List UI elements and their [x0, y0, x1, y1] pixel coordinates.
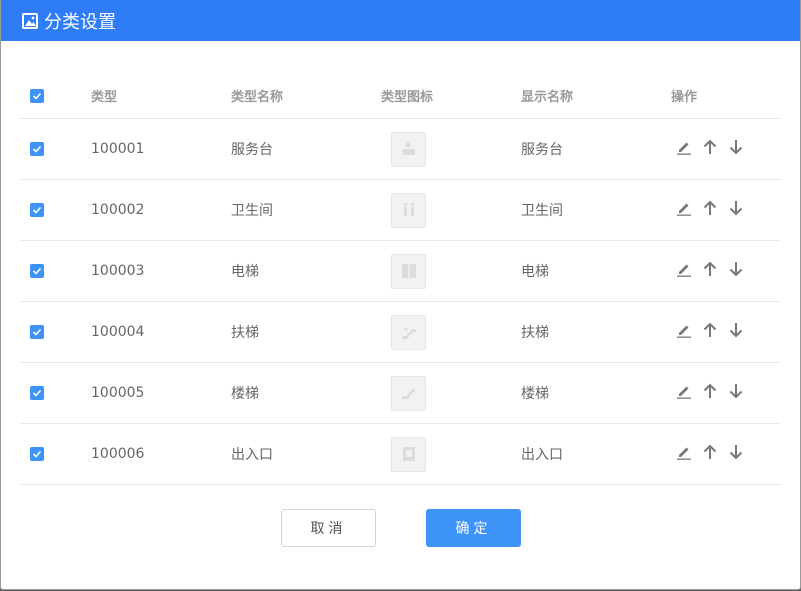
move-up-icon[interactable]	[701, 443, 719, 461]
display-name: 电梯	[521, 264, 549, 280]
table-row: 100006 出入口 出入口	[20, 424, 781, 485]
cancel-button[interactable]: 取消	[281, 509, 376, 547]
header-actions: 操作	[671, 90, 698, 105]
display-name: 扶梯	[521, 325, 549, 341]
type-name: 卫生间	[231, 203, 273, 219]
select-all-checkbox[interactable]	[30, 88, 44, 103]
move-down-icon[interactable]	[727, 382, 745, 400]
table-row: 100003 电梯 电梯	[20, 241, 781, 302]
dialog-title: 分类设置	[44, 11, 116, 33]
type-name: 电梯	[231, 264, 259, 280]
table-row: 100004 扶梯 扶梯	[20, 302, 781, 363]
category-table: 类型 类型名称 类型图标 显示名称 操作 100001 服务台 服务台 1000…	[20, 73, 781, 485]
row-checkbox[interactable]	[30, 142, 44, 156]
confirm-button[interactable]: 确定	[426, 509, 521, 547]
category-settings-dialog: 分类设置 类型 类型名称 类型图标 显示名称 操作 100001 服务台 服务台	[0, 0, 801, 590]
row-checkbox[interactable]	[30, 386, 44, 400]
select-all-cell	[30, 73, 44, 118]
escalator-icon	[391, 314, 426, 350]
move-up-icon[interactable]	[701, 199, 719, 217]
entrance-icon	[391, 436, 426, 472]
row-checkbox[interactable]	[30, 264, 44, 278]
type-name: 服务台	[231, 142, 273, 158]
type-code: 100004	[91, 324, 145, 340]
elevator-icon	[391, 253, 426, 289]
edit-icon[interactable]	[675, 321, 693, 339]
type-code: 100005	[91, 385, 145, 401]
type-name: 楼梯	[231, 386, 259, 402]
edit-icon[interactable]	[675, 138, 693, 156]
display-name: 出入口	[521, 447, 563, 463]
type-code: 100002	[91, 202, 145, 218]
move-down-icon[interactable]	[727, 321, 745, 339]
picture-icon	[22, 12, 38, 29]
table-row: 100001 服务台 服务台	[20, 119, 781, 180]
table-row: 100002 卫生间 卫生间	[20, 180, 781, 241]
row-checkbox[interactable]	[30, 203, 44, 217]
edit-icon[interactable]	[675, 382, 693, 400]
move-down-icon[interactable]	[727, 260, 745, 278]
header-display-name: 显示名称	[521, 90, 574, 105]
display-name: 服务台	[521, 142, 563, 158]
type-code: 100006	[91, 446, 145, 462]
table-row: 100005 楼梯 楼梯	[20, 363, 781, 424]
restroom-icon	[391, 192, 426, 228]
edit-icon[interactable]	[675, 443, 693, 461]
move-down-icon[interactable]	[727, 199, 745, 217]
header-type: 类型	[91, 90, 118, 105]
header-type-icon: 类型图标	[381, 90, 434, 105]
edit-icon[interactable]	[675, 260, 693, 278]
row-checkbox[interactable]	[30, 325, 44, 339]
dialog-titlebar: 分类设置	[1, 0, 800, 41]
display-name: 卫生间	[521, 203, 563, 219]
table-header-row: 类型 类型名称 类型图标 显示名称 操作	[20, 73, 781, 119]
type-code: 100003	[91, 263, 145, 279]
type-name: 扶梯	[231, 325, 259, 341]
edit-icon[interactable]	[675, 199, 693, 217]
move-up-icon[interactable]	[701, 260, 719, 278]
row-checkbox[interactable]	[30, 447, 44, 461]
move-up-icon[interactable]	[701, 382, 719, 400]
move-up-icon[interactable]	[701, 321, 719, 339]
header-type-name: 类型名称	[231, 90, 284, 105]
type-code: 100001	[91, 141, 145, 157]
move-down-icon[interactable]	[727, 138, 745, 156]
move-down-icon[interactable]	[727, 443, 745, 461]
display-name: 楼梯	[521, 386, 549, 402]
move-up-icon[interactable]	[701, 138, 719, 156]
stairs-icon	[391, 375, 426, 411]
type-name: 出入口	[231, 447, 273, 463]
service-desk-icon	[391, 131, 426, 167]
